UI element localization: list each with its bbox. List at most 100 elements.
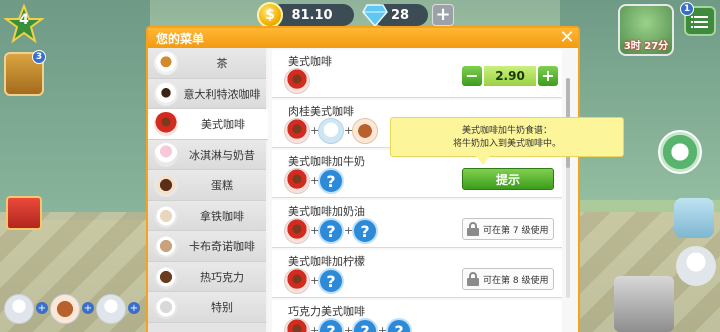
category-espresso[interactable]: 意大利特浓咖啡 — [148, 78, 266, 109]
category-americano[interactable]: 美式咖啡 — [148, 109, 268, 140]
level-star-badge[interactable]: 4 — [2, 3, 46, 44]
plus-sign: + — [344, 324, 354, 332]
book-badge: 3 — [32, 50, 46, 64]
recipe-book-button[interactable]: 3 — [4, 50, 46, 96]
special-icon — [154, 295, 178, 319]
plus-sign: + — [310, 274, 320, 287]
recipe-name: 美式咖啡加柠檬 — [288, 255, 365, 268]
americano-cup-icon — [284, 168, 310, 194]
espresso-cup-icon — [154, 81, 178, 106]
category-latte[interactable]: 拿铁咖啡 — [148, 200, 266, 231]
tooltip-line-2: 将牛奶加入到美式咖啡中。 — [452, 139, 561, 149]
menu-title: 您的菜单 — [156, 32, 205, 46]
close-button[interactable]: ✕ — [558, 29, 576, 47]
order-queue: + + + — [0, 292, 150, 332]
question-mark-icon: ? — [318, 168, 344, 194]
category-label: 美式咖啡 — [201, 118, 245, 131]
queued-cinnamon-icon — [50, 294, 80, 324]
cash-register-icon[interactable] — [614, 276, 674, 332]
plus-sign: + — [344, 124, 354, 137]
category-tea[interactable]: 茶 — [148, 48, 266, 79]
americano-cup-icon — [154, 112, 178, 136]
price-value: 2.90 — [484, 66, 536, 86]
recipe-row-americano-milk: 美式咖啡加牛奶 + ? 提示 — [272, 150, 562, 198]
milk-icon — [318, 118, 344, 144]
queue-plus-icon: + — [36, 302, 48, 314]
event-timer-badge[interactable]: 3时 27分 — [618, 4, 674, 56]
category-special[interactable]: 特别 — [148, 292, 266, 323]
coin-icon: $ — [257, 2, 283, 28]
coins-value: 81.10 — [291, 7, 333, 23]
americano-cup-icon — [284, 268, 310, 294]
gift-box-button[interactable] — [6, 196, 42, 230]
question-mark-icon: ? — [352, 318, 378, 332]
lock-icon — [467, 272, 479, 286]
cinnamon-icon — [352, 118, 378, 144]
hot-chocolate-icon — [154, 264, 178, 289]
recipe-name: 美式咖啡加奶油 — [288, 205, 365, 218]
category-label: 茶 — [216, 57, 228, 70]
americano-cup-icon — [284, 318, 310, 332]
recipe-name: 美式咖啡加牛奶 — [288, 155, 365, 168]
tea-cup-icon — [154, 51, 178, 75]
plus-sign: + — [378, 324, 388, 332]
recipe-list: 美式咖啡 − 2.90 + 肉桂美式咖啡 + + 美式咖啡加牛奶 + ? 提示 … — [268, 48, 578, 332]
category-label: 蛋糕 — [211, 179, 233, 192]
recipe-row-americano: 美式咖啡 − 2.90 + — [272, 50, 562, 98]
tooltip-line-1: 美式咖啡加牛奶食谱： — [461, 126, 552, 136]
plus-sign: + — [310, 324, 320, 332]
plus-sign: + — [344, 224, 354, 237]
recipe-name: 巧克力美式咖啡 — [288, 305, 365, 318]
question-mark-icon: ? — [318, 268, 344, 294]
category-label: 卡布奇诺咖啡 — [189, 240, 255, 253]
queued-cup-icon — [96, 294, 126, 324]
recipe-row-americano-lemon: 美式咖啡加柠檬 + ? 可在第 8 级使用 — [272, 250, 562, 298]
category-cake[interactable]: 蛋糕 — [148, 170, 266, 201]
increase-price-button[interactable]: + — [538, 66, 558, 86]
recipe-row-americano-cream: 美式咖啡加奶油 + ? + ? 可在第 7 级使用 — [272, 200, 562, 248]
plus-sign: + — [310, 224, 320, 237]
americano-cup-icon — [284, 118, 310, 144]
recipe-name: 美式咖啡 — [288, 55, 332, 68]
recipe-name: 肉桂美式咖啡 — [288, 105, 354, 118]
level-number: 4 — [19, 12, 29, 28]
play-video-button[interactable] — [658, 130, 702, 174]
recipe-hint-tooltip: 美式咖啡加牛奶食谱： 将牛奶加入到美式咖啡中。 — [390, 117, 624, 157]
hint-button[interactable]: 提示 — [462, 168, 554, 190]
category-hot-chocolate[interactable]: 热巧克力 — [148, 261, 266, 292]
locked-label: 可在第 8 级使用 — [483, 275, 549, 286]
main-menu-button[interactable]: 1 — [680, 2, 716, 36]
cappuccino-glass-icon — [154, 234, 178, 258]
category-label: 特别 — [211, 301, 233, 314]
recipe-row-chocolate-americano: 巧克力美式咖啡 + ? + ? + ? — [272, 300, 562, 332]
americano-cup-icon — [284, 68, 310, 94]
category-ice-cream[interactable]: 冰淇淋与奶昔 — [148, 139, 266, 170]
category-cappuccino[interactable]: 卡布奇诺咖啡 — [148, 231, 266, 262]
coffee-order-icon — [676, 246, 716, 286]
latte-glass-icon — [154, 203, 178, 228]
gems-value: 28 — [390, 7, 410, 23]
category-label: 意大利特浓咖啡 — [183, 87, 261, 101]
question-mark-icon: ? — [386, 318, 412, 332]
add-gems-button[interactable]: + — [432, 4, 454, 26]
cake-icon — [154, 173, 178, 197]
plus-sign: + — [310, 174, 320, 187]
plus-sign: + — [310, 124, 320, 137]
question-mark-icon: ? — [318, 218, 344, 244]
menu-header: 您的菜单 ✕ — [148, 28, 578, 48]
tooltip-pointer — [476, 156, 490, 165]
decrease-price-button[interactable]: − — [462, 66, 482, 86]
ice-cream-icon — [154, 142, 178, 167]
map-location-button[interactable] — [674, 198, 714, 238]
queue-plus-icon: + — [128, 302, 140, 314]
question-mark-icon: ? — [318, 318, 344, 332]
category-label: 拿铁咖啡 — [200, 209, 244, 223]
queue-plus-icon: + — [82, 302, 94, 314]
category-label: 冰淇淋与奶昔 — [189, 148, 255, 162]
diamond-icon — [362, 4, 388, 27]
locked-level-badge: 可在第 7 级使用 — [462, 218, 554, 240]
americano-cup-icon — [284, 218, 310, 244]
queued-cup-icon — [4, 294, 34, 324]
timer-text: 3时 27分 — [623, 41, 669, 52]
category-sidebar: 茶 意大利特浓咖啡 美式咖啡 冰淇淋与奶昔 蛋糕 拿铁咖啡 卡布奇诺咖啡 热巧克… — [148, 48, 268, 332]
